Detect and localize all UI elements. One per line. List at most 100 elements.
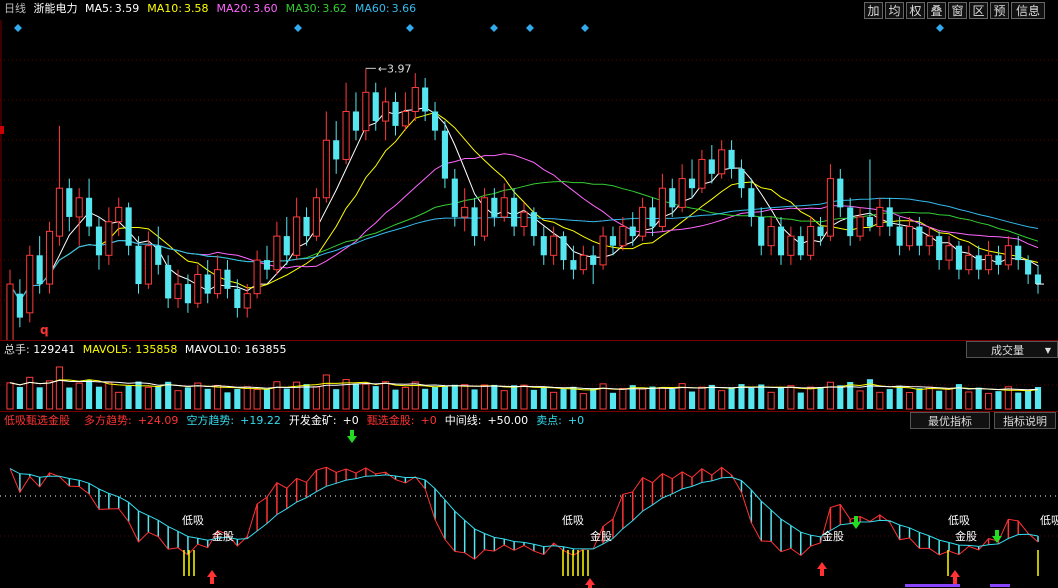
candle[interactable] (204, 274, 211, 294)
candle[interactable] (273, 235, 281, 271)
candle[interactable] (144, 245, 152, 285)
candle[interactable] (303, 216, 310, 237)
candle[interactable] (817, 226, 824, 237)
candle[interactable] (777, 226, 785, 256)
info-diamond-icon[interactable] (406, 24, 414, 32)
candle[interactable] (26, 254, 34, 314)
candle[interactable] (422, 87, 429, 112)
candle[interactable] (698, 158, 706, 189)
info-diamond-icon[interactable] (490, 24, 498, 32)
candle[interactable] (579, 254, 587, 271)
candle[interactable] (333, 140, 340, 160)
candle[interactable] (362, 91, 370, 132)
candle[interactable] (1034, 274, 1042, 285)
candle[interactable] (916, 226, 923, 246)
candle[interactable] (609, 236, 617, 246)
candle[interactable] (480, 197, 489, 237)
info-diamond-icon[interactable] (294, 24, 302, 32)
price-chart[interactable]: ←3.97←3.45q (0, 0, 1058, 340)
candle[interactable] (342, 110, 350, 160)
candle[interactable] (243, 293, 251, 309)
candle[interactable] (826, 178, 834, 237)
candle[interactable] (639, 206, 647, 237)
candle[interactable] (55, 187, 63, 237)
candle[interactable] (174, 283, 182, 299)
candle[interactable] (45, 230, 54, 285)
info-diamond-icon[interactable] (14, 24, 22, 32)
candle[interactable] (214, 269, 222, 295)
candle[interactable] (876, 206, 884, 228)
candle[interactable] (530, 212, 537, 237)
candle[interactable] (66, 188, 73, 217)
candle[interactable] (184, 284, 191, 304)
candle[interactable] (837, 178, 844, 208)
candle[interactable] (135, 245, 142, 285)
candle[interactable] (570, 260, 577, 270)
volume-chart[interactable] (0, 341, 1058, 411)
candle[interactable] (748, 188, 755, 217)
info-diamond-icon[interactable] (581, 24, 589, 32)
candle[interactable] (155, 245, 162, 265)
candle[interactable] (886, 207, 893, 227)
candle[interactable] (767, 226, 775, 247)
candle[interactable] (678, 178, 686, 208)
candle[interactable] (856, 216, 864, 237)
candle[interactable] (560, 236, 567, 261)
candle[interactable] (1025, 260, 1032, 275)
candle[interactable] (234, 288, 241, 309)
candle[interactable] (688, 178, 696, 189)
candle[interactable] (619, 226, 627, 247)
candle[interactable] (896, 226, 903, 246)
candle[interactable] (718, 149, 726, 175)
candle[interactable] (945, 245, 953, 261)
candle[interactable] (965, 254, 973, 271)
candle[interactable] (985, 254, 993, 271)
candle[interactable] (392, 101, 399, 126)
candle[interactable] (401, 110, 409, 127)
candle[interactable] (758, 216, 765, 246)
candle[interactable] (322, 139, 330, 199)
candle[interactable] (441, 130, 448, 179)
candle[interactable] (125, 207, 132, 246)
candle[interactable] (905, 226, 914, 247)
candle[interactable] (165, 264, 172, 299)
candle[interactable] (382, 101, 390, 122)
candle[interactable] (293, 216, 301, 256)
candle[interactable] (550, 235, 558, 256)
candle[interactable] (75, 197, 83, 218)
candle[interactable] (471, 207, 478, 237)
candle[interactable] (728, 149, 735, 170)
candle[interactable] (995, 255, 1002, 265)
candle[interactable] (797, 236, 804, 256)
candle[interactable] (511, 197, 518, 227)
candle[interactable] (1015, 245, 1022, 261)
candle[interactable] (16, 293, 23, 318)
info-diamond-icon[interactable] (936, 24, 944, 32)
candle[interactable] (253, 259, 261, 295)
candle[interactable] (540, 236, 547, 256)
candle[interactable] (787, 235, 795, 256)
candle[interactable] (599, 235, 607, 266)
candle[interactable] (658, 187, 666, 228)
candle[interactable] (847, 207, 854, 237)
candle[interactable] (807, 226, 815, 256)
candle[interactable] (491, 197, 498, 217)
candle[interactable] (263, 260, 271, 270)
candle[interactable] (283, 236, 290, 256)
candle[interactable] (669, 188, 676, 208)
candle[interactable] (194, 273, 202, 304)
candle[interactable] (411, 87, 419, 112)
candle[interactable] (105, 221, 113, 256)
info-diamond-icon[interactable] (526, 24, 534, 32)
candle[interactable] (590, 255, 597, 265)
candle[interactable] (649, 207, 656, 227)
candle[interactable] (6, 283, 14, 340)
candle[interactable] (115, 206, 123, 223)
candle[interactable] (451, 178, 458, 217)
candle[interactable] (224, 269, 231, 289)
candle[interactable] (1004, 245, 1012, 266)
candle[interactable] (629, 226, 636, 237)
candle[interactable] (431, 111, 439, 131)
candle[interactable] (372, 92, 379, 122)
candle[interactable] (520, 211, 528, 228)
